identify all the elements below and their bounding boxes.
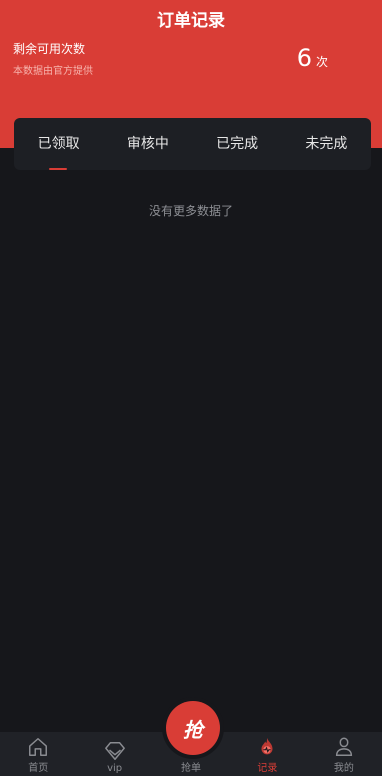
data-source-note: 本数据由官方提供 [13,66,93,77]
nav-item-records[interactable]: 记录 [229,732,305,776]
page-title: 订单记录 [157,11,225,31]
tab-reviewing[interactable]: 审核中 [103,118,192,170]
nav-item-home[interactable]: 首页 [0,732,76,776]
status-tabs: 已领取 审核中 已完成 未完成 [14,118,371,170]
tab-received[interactable]: 已领取 [14,118,103,170]
empty-list-message: 没有更多数据了 [148,204,233,218]
nav-item-vip[interactable]: vip [76,732,152,776]
tab-label: 未完成 [305,136,348,152]
user-icon [335,737,352,756]
tab-label: 审核中 [126,136,169,152]
tab-completed[interactable]: 已完成 [193,118,282,170]
remaining-count: 6 次 [297,44,328,72]
record-icon [261,737,273,755]
active-tab-indicator [49,168,68,170]
nav-label: 记录 [257,763,278,774]
diamond-icon [104,742,125,760]
remaining-count-label: 剩余可用次数 [13,42,86,56]
nav-label: vip [107,763,123,774]
tab-label: 已完成 [216,136,259,152]
nav-label: 我的 [333,763,354,774]
tab-label: 已领取 [37,136,80,152]
home-icon [29,738,48,756]
grab-order-button[interactable]: 抢 [166,701,220,755]
nav-label: 抢单 [181,763,202,774]
nav-label: 首页 [28,763,49,774]
grab-icon: 抢 [183,717,203,742]
remaining-count-value: 6 [296,44,312,72]
nav-item-profile[interactable]: 我的 [306,732,382,776]
tab-incomplete[interactable]: 未完成 [282,118,371,170]
remaining-count-unit: 次 [315,55,328,69]
